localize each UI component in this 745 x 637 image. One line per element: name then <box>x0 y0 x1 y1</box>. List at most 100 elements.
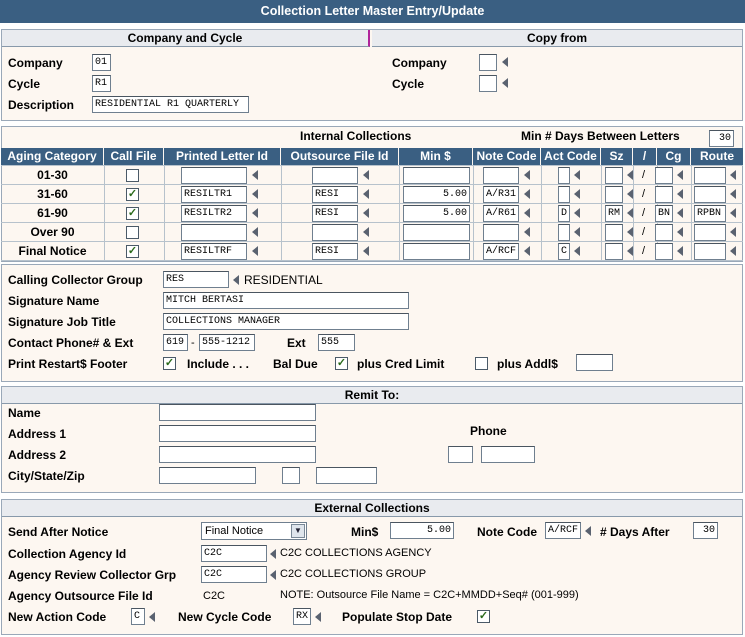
row-sz-field[interactable] <box>605 186 623 203</box>
row-call-file-checkbox[interactable] <box>126 169 139 182</box>
row-note-code-lookup-icon[interactable] <box>524 208 530 218</box>
row-note-code-field[interactable] <box>483 224 519 241</box>
row-note-code-lookup-icon[interactable] <box>524 189 530 199</box>
row-letter-id-field[interactable]: RESILTR1 <box>181 186 247 203</box>
row-outsource-id-lookup-icon[interactable] <box>363 208 369 218</box>
row-cg-field[interactable] <box>655 224 673 241</box>
row-note-code-field[interactable]: A/RCF <box>483 243 519 260</box>
ext-note-code-field[interactable]: A/RCF <box>545 522 581 539</box>
row-letter-id-lookup-icon[interactable] <box>252 246 258 256</box>
remit-phone-area-field[interactable] <box>448 446 473 463</box>
remit-city-field[interactable] <box>159 467 256 484</box>
row-route-lookup-icon[interactable] <box>730 189 736 199</box>
row-route-field[interactable] <box>694 243 726 260</box>
row-letter-id-lookup-icon[interactable] <box>252 227 258 237</box>
row-act-code-field[interactable] <box>558 167 570 184</box>
signature-name-field[interactable]: MITCH BERTASI <box>163 292 409 309</box>
row-cg-lookup-icon[interactable] <box>677 170 683 180</box>
row-cg-lookup-icon[interactable] <box>677 189 683 199</box>
ext-field[interactable]: 555 <box>318 334 355 351</box>
row-act-code-field[interactable] <box>558 224 570 241</box>
row-sz-field[interactable]: RM <box>605 205 623 222</box>
remit-state-field[interactable] <box>282 467 300 484</box>
ext-note-code-lookup-icon[interactable] <box>585 526 591 536</box>
row-outsource-id-field[interactable] <box>312 167 358 184</box>
row-outsource-id-field[interactable] <box>312 224 358 241</box>
stop-date-checkbox[interactable]: ✓ <box>477 610 490 623</box>
row-call-file-checkbox[interactable]: ✓ <box>126 245 139 258</box>
company-field[interactable]: 01 <box>92 54 111 71</box>
row-outsource-id-lookup-icon[interactable] <box>363 227 369 237</box>
row-letter-id-field[interactable]: RESILTRF <box>181 243 247 260</box>
row-cg-lookup-icon[interactable] <box>677 208 683 218</box>
addl-field[interactable] <box>576 354 613 371</box>
row-note-code-field[interactable]: A/R31 <box>483 186 519 203</box>
row-min-field[interactable]: 5.00 <box>403 186 470 203</box>
row-sz-lookup-icon[interactable] <box>627 208 633 218</box>
review-group-lookup-icon[interactable] <box>270 570 276 580</box>
chevron-down-icon[interactable]: ▼ <box>291 524 305 538</box>
row-note-code-lookup-icon[interactable] <box>524 170 530 180</box>
row-cg-field[interactable] <box>655 243 673 260</box>
row-min-field[interactable] <box>403 243 470 260</box>
row-letter-id-lookup-icon[interactable] <box>252 208 258 218</box>
footer-checkbox[interactable]: ✓ <box>163 357 176 370</box>
row-call-file-checkbox[interactable]: ✓ <box>126 188 139 201</box>
remit-name-field[interactable] <box>159 404 316 421</box>
row-route-lookup-icon[interactable] <box>730 208 736 218</box>
row-cg-field[interactable] <box>655 186 673 203</box>
agency-id-field[interactable]: C2C <box>201 545 267 562</box>
cycle-field[interactable]: R1 <box>92 75 111 92</box>
row-act-code-lookup-icon[interactable] <box>574 227 580 237</box>
description-field[interactable]: RESIDENTIAL R1 QUARTERLY <box>92 96 249 113</box>
row-call-file-checkbox[interactable]: ✓ <box>126 207 139 220</box>
row-letter-id-lookup-icon[interactable] <box>252 189 258 199</box>
signature-title-field[interactable]: COLLECTIONS MANAGER <box>163 313 409 330</box>
row-outsource-id-lookup-icon[interactable] <box>363 189 369 199</box>
row-letter-id-lookup-icon[interactable] <box>252 170 258 180</box>
remit-addr1-field[interactable] <box>159 425 316 442</box>
row-sz-lookup-icon[interactable] <box>627 227 633 237</box>
cred-limit-checkbox[interactable]: ✓ <box>335 357 348 370</box>
row-outsource-id-field[interactable]: RESI <box>312 243 358 260</box>
row-sz-lookup-icon[interactable] <box>627 189 633 199</box>
row-outsource-id-field[interactable]: RESI <box>312 186 358 203</box>
row-act-code-lookup-icon[interactable] <box>574 246 580 256</box>
copy-company-lookup-icon[interactable] <box>502 57 508 67</box>
row-act-code-field[interactable] <box>558 186 570 203</box>
row-act-code-lookup-icon[interactable] <box>574 208 580 218</box>
row-call-file-checkbox[interactable] <box>126 226 139 239</box>
phone-area-field[interactable]: 619 <box>163 334 188 351</box>
copy-company-field[interactable] <box>479 54 497 71</box>
row-cg-field[interactable]: BN <box>655 205 673 222</box>
send-after-select[interactable]: Final Notice ▼ <box>201 522 307 540</box>
copy-cycle-field[interactable] <box>479 75 497 92</box>
row-act-code-field[interactable]: D <box>558 205 570 222</box>
copy-cycle-lookup-icon[interactable] <box>502 78 508 88</box>
row-note-code-lookup-icon[interactable] <box>524 246 530 256</box>
row-letter-id-field[interactable]: RESILTR2 <box>181 205 247 222</box>
row-note-code-field[interactable]: A/R61 <box>483 205 519 222</box>
collector-group-lookup-icon[interactable] <box>233 275 239 285</box>
row-sz-field[interactable] <box>605 167 623 184</box>
collector-group-field[interactable]: RES <box>163 271 229 288</box>
agency-id-lookup-icon[interactable] <box>270 549 276 559</box>
row-outsource-id-lookup-icon[interactable] <box>363 170 369 180</box>
row-outsource-id-lookup-icon[interactable] <box>363 246 369 256</box>
days-after-field[interactable]: 30 <box>693 522 718 539</box>
remit-zip-field[interactable] <box>316 467 377 484</box>
new-action-field[interactable]: C <box>131 608 145 625</box>
row-route-lookup-icon[interactable] <box>730 170 736 180</box>
min-days-field[interactable]: 30 <box>709 130 734 147</box>
row-route-lookup-icon[interactable] <box>730 246 736 256</box>
row-act-code-lookup-icon[interactable] <box>574 189 580 199</box>
row-note-code-lookup-icon[interactable] <box>524 227 530 237</box>
row-outsource-id-field[interactable]: RESI <box>312 205 358 222</box>
remit-phone-number-field[interactable] <box>481 446 535 463</box>
row-route-field[interactable] <box>694 186 726 203</box>
addl-checkbox[interactable] <box>475 357 488 370</box>
row-cg-lookup-icon[interactable] <box>677 227 683 237</box>
remit-addr2-field[interactable] <box>159 446 316 463</box>
row-sz-field[interactable] <box>605 243 623 260</box>
row-letter-id-field[interactable] <box>181 224 247 241</box>
